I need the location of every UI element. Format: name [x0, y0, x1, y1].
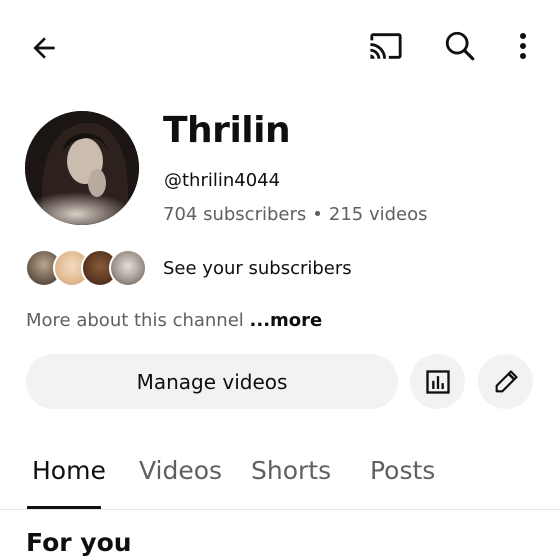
tab-home[interactable]: Home: [32, 456, 106, 485]
search-icon: [445, 31, 475, 61]
tab-videos[interactable]: Videos: [139, 456, 222, 485]
see-subscribers-label: See your subscribers: [163, 257, 352, 279]
more-options-button[interactable]: [508, 26, 538, 66]
more-vertical-icon: [520, 33, 526, 59]
analytics-icon: [425, 369, 450, 394]
channel-stats: 704 subscribers • 215 videos: [163, 204, 428, 225]
more-about-text: More about this channel: [26, 310, 250, 331]
stats-separator: •: [312, 204, 323, 225]
cast-icon: [370, 33, 402, 59]
channel-name: Thrilin: [163, 110, 291, 151]
manage-videos-label: Manage videos: [136, 369, 288, 394]
active-tab-indicator: [27, 506, 101, 509]
more-about-channel-link[interactable]: More about this channel ...more: [26, 310, 322, 331]
tab-posts[interactable]: Posts: [370, 456, 435, 485]
analytics-button[interactable]: [410, 354, 465, 409]
channel-tabs: Home Videos Shorts Posts: [0, 448, 560, 510]
subscriber-count: 704 subscribers: [163, 204, 307, 225]
channel-handle: @thrilin4044: [164, 170, 281, 191]
see-subscribers-row[interactable]: See your subscribers: [25, 249, 352, 287]
video-count: 215 videos: [328, 204, 428, 225]
manage-videos-button[interactable]: Manage videos: [26, 354, 398, 409]
channel-screen: Thrilin @thrilin4044 704 subscribers • 215…: [0, 0, 560, 560]
channel-avatar[interactable]: [25, 111, 139, 225]
search-button[interactable]: [440, 26, 480, 66]
tab-shorts[interactable]: Shorts: [251, 456, 331, 485]
edit-pencil-icon: [495, 369, 518, 392]
more-link: ...more: [249, 310, 323, 331]
section-title: For you: [26, 528, 132, 557]
back-button[interactable]: [24, 28, 64, 68]
edit-channel-button[interactable]: [478, 354, 533, 409]
subscriber-avatar: [109, 249, 147, 287]
arrow-back-icon: [33, 37, 55, 59]
cast-button[interactable]: [364, 26, 408, 66]
channel-avatar-image: [25, 111, 139, 225]
